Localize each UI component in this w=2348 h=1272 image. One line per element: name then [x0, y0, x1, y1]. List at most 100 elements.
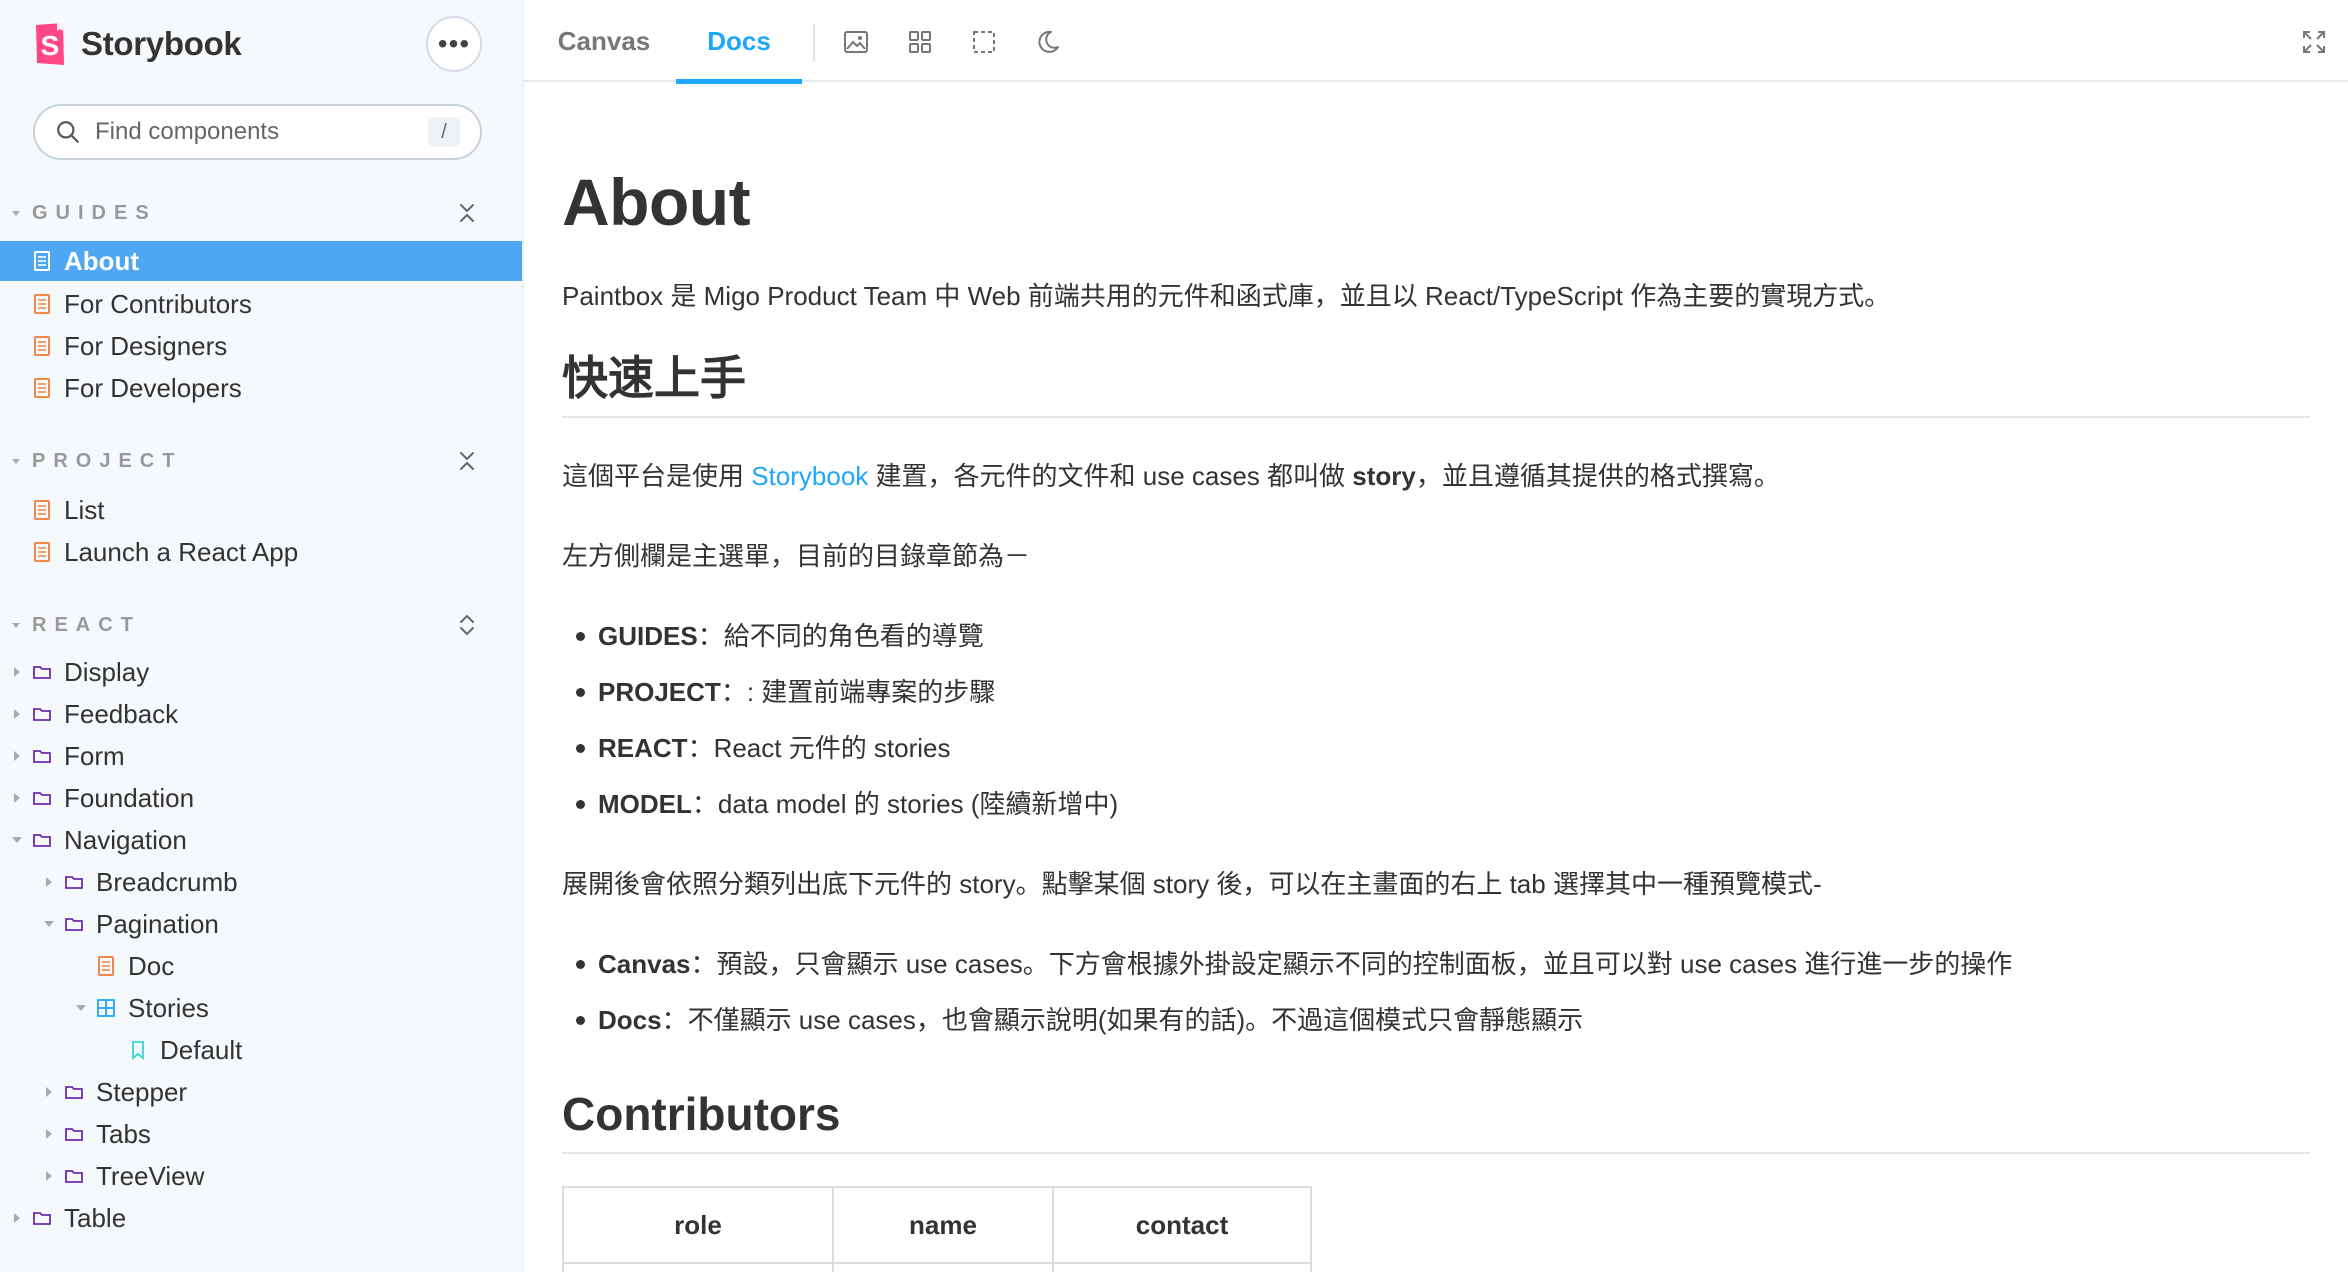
list-item: Docs：不僅顯示 use cases，也會顯示說明(如果有的話)。不過這個模式…: [575, 1002, 1583, 1038]
text-bold: story: [1352, 461, 1416, 491]
collapse-all-icon[interactable]: [454, 448, 480, 474]
sidebar-item-navigation[interactable]: Navigation: [0, 819, 522, 861]
sidebar-item-table[interactable]: Table: [0, 1197, 522, 1239]
sidebar-item-pagination[interactable]: Pagination: [0, 903, 522, 945]
sidebar-item-for-designers[interactable]: For Designers: [0, 325, 522, 367]
section-title: GUIDES: [32, 201, 157, 224]
document-icon: [34, 542, 50, 562]
folder-icon: [65, 876, 83, 889]
sidebar-item-label: Launch a React App: [64, 536, 299, 567]
folder-icon: [33, 666, 51, 679]
tab-docs[interactable]: Docs: [676, 0, 802, 84]
document-icon: [34, 336, 50, 356]
sidebar-item-label: Foundation: [64, 782, 195, 813]
section-guides-header[interactable]: GUIDES: [10, 198, 480, 228]
section-react-header[interactable]: REACT: [10, 610, 480, 640]
storybook-link[interactable]: Storybook: [751, 461, 868, 491]
storybook-brand[interactable]: S Storybook: [33, 20, 242, 68]
folder-icon: [65, 1086, 83, 1099]
moon-icon[interactable]: [1034, 28, 1062, 56]
sidebar-item-display[interactable]: Display: [0, 651, 522, 693]
tab-canvas[interactable]: Canvas: [544, 0, 664, 82]
caret-right-icon[interactable]: [42, 1169, 56, 1183]
sidebar-item-for-contributors[interactable]: For Contributors: [0, 283, 522, 325]
expand-icon[interactable]: [2300, 28, 2328, 56]
caret-down-icon[interactable]: [10, 833, 24, 847]
folder-icon: [33, 792, 51, 805]
sidebar-item-stories[interactable]: Stories: [0, 987, 522, 1029]
sidebar-item-for-developers[interactable]: For Developers: [0, 367, 522, 409]
sidebar-item-launch-react-app[interactable]: Launch a React App: [0, 531, 522, 573]
folder-icon: [65, 1128, 83, 1141]
bookmark-icon: [132, 1041, 144, 1060]
sidebar-item-label: For Developers: [64, 372, 242, 403]
toolbar-separator: [813, 24, 815, 62]
search-input[interactable]: [95, 118, 428, 146]
section-title: REACT: [32, 613, 141, 636]
outline-icon[interactable]: [970, 28, 998, 56]
search-box[interactable]: /: [33, 104, 482, 160]
list-term: PROJECT: [598, 677, 721, 707]
document-icon: [34, 251, 50, 271]
caret-right-icon[interactable]: [10, 707, 24, 721]
sidebar-item-label: TreeView: [96, 1160, 205, 1191]
sidebar-item-list[interactable]: List: [0, 489, 522, 531]
sidebar-item-label: Tabs: [96, 1118, 151, 1149]
svg-text:S: S: [41, 30, 60, 61]
sidebar-item-default[interactable]: Default: [0, 1029, 522, 1071]
collapse-all-icon[interactable]: [454, 200, 480, 226]
caret-right-icon[interactable]: [10, 791, 24, 805]
section-project-header[interactable]: PROJECT: [10, 446, 480, 476]
sidebar-item-feedback[interactable]: Feedback: [0, 693, 522, 735]
caret-right-icon[interactable]: [42, 1127, 56, 1141]
table-cell: [562, 1262, 834, 1272]
caret-right-icon[interactable]: [10, 1211, 24, 1225]
document-icon: [98, 956, 114, 976]
sidebar-item-tabs[interactable]: Tabs: [0, 1113, 522, 1155]
sidebar-item-breadcrumb[interactable]: Breadcrumb: [0, 861, 522, 903]
sidebar-item-form[interactable]: Form: [0, 735, 522, 777]
image-icon[interactable]: [842, 28, 870, 56]
expand-all-icon[interactable]: [454, 612, 480, 638]
folder-icon: [65, 1170, 83, 1183]
sidebar-item-label: For Designers: [64, 330, 228, 361]
list-item: MODEL：data model 的 stories (陸續新增中): [575, 786, 1118, 822]
caret-down-icon[interactable]: [42, 917, 56, 931]
caret-right-icon[interactable]: [42, 1085, 56, 1099]
caret-right-icon[interactable]: [42, 875, 56, 889]
column-header-role: role: [562, 1186, 834, 1264]
list-item: REACT：React 元件的 stories: [576, 730, 951, 766]
docs-content: About Paintbox 是 Migo Product Team 中 Web…: [562, 82, 2312, 1272]
sidebar-item-doc[interactable]: Doc: [0, 945, 522, 987]
sidebar-item-label: Table: [64, 1202, 127, 1233]
grid-icon[interactable]: [906, 28, 934, 56]
sidebar-item-foundation[interactable]: Foundation: [0, 777, 522, 819]
sidebar-item-label: Display: [64, 656, 150, 687]
sidebar-item-label: Default: [160, 1034, 243, 1065]
document-icon: [34, 500, 50, 520]
caret-down-icon: [12, 211, 20, 216]
folder-icon: [65, 918, 83, 931]
sidebar-divider: [522, 0, 524, 1272]
text: ，並且遵循其提供的格式撰寫。: [1415, 461, 1780, 491]
caret-down-icon[interactable]: [74, 1001, 88, 1015]
list-term: Canvas: [598, 949, 691, 979]
brand-name: Storybook: [81, 25, 242, 62]
contributors-table: role name contact: [562, 1186, 1312, 1272]
list-term: MODEL: [598, 789, 692, 819]
list-term: GUIDES: [598, 621, 698, 651]
caret-right-icon[interactable]: [10, 665, 24, 679]
page-title: About: [562, 165, 751, 239]
caret-down-icon: [12, 623, 20, 628]
text: 建置，各元件的文件和 use cases 都叫做: [868, 461, 1353, 491]
table-row: [562, 1262, 1312, 1272]
caret-right-icon[interactable]: [10, 749, 24, 763]
modes-paragraph: 展開後會依照分類列出底下元件的 story。點擊某個 story 後，可以在主畫…: [562, 869, 1822, 899]
list-item: PROJECT：: 建置前端專案的步驟: [575, 674, 995, 710]
sidebar-item-stepper[interactable]: Stepper: [0, 1071, 522, 1113]
folder-icon: [33, 834, 51, 847]
sidebar-item-about[interactable]: About: [0, 241, 522, 281]
table-header-row: role name contact: [562, 1186, 1312, 1264]
sidebar-menu-button[interactable]: •••: [426, 16, 482, 72]
sidebar-item-treeview[interactable]: TreeView: [0, 1155, 522, 1197]
